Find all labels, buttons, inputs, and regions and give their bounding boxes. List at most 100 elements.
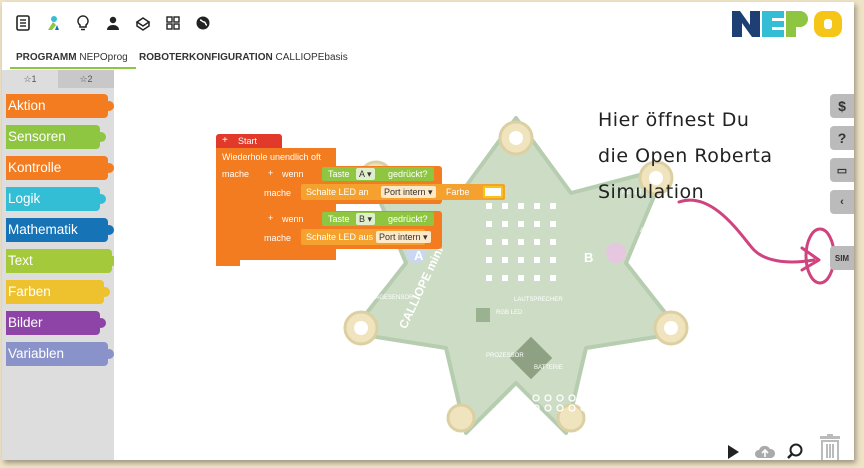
led-on-label: Schalte LED an	[306, 187, 369, 197]
help-button[interactable]: ?	[830, 126, 854, 150]
color-picker[interactable]	[483, 186, 503, 198]
code-view-button[interactable]: $	[830, 94, 854, 118]
trash-button[interactable]	[819, 434, 841, 460]
category-aktion[interactable]: Aktion	[6, 94, 114, 118]
led-on-block[interactable]: Schalte LED an Port intern ▾ Farbe	[301, 184, 505, 200]
tab-robot-label: ROBOTERKONFIGURATION	[139, 52, 273, 63]
tab-program[interactable]: PROGRAMM NEPOprog	[10, 52, 136, 69]
repeat-forever-footer	[216, 260, 240, 266]
led-off-label: Schalte LED aus	[306, 232, 374, 242]
category-label: Farben	[8, 284, 51, 299]
globe-icon[interactable]	[192, 12, 214, 34]
user-icon[interactable]	[102, 12, 124, 34]
category-label: Variablen	[8, 346, 65, 361]
if-a-do-label: mache	[264, 188, 292, 198]
level-1-icon: ☆	[23, 74, 32, 84]
board-button-b: B	[584, 250, 594, 265]
blockly-workspace[interactable]: RESET A1 LAGESENSOR LAUTSPRECHER RGB LED…	[114, 70, 854, 460]
top-toolbar	[2, 2, 854, 46]
annotation-line-1: Hier öffnest Du	[598, 109, 750, 131]
category-connector	[104, 101, 114, 111]
category-logik[interactable]: Logik	[6, 187, 106, 211]
category-label: Sensoren	[8, 129, 66, 144]
sim-button[interactable]: SIM	[830, 246, 854, 270]
zoom-icon	[787, 443, 803, 459]
level-2-tab[interactable]: ☆2	[58, 70, 114, 88]
tab-bar: PROGRAMM NEPOprog ROBOTERKONFIGURATION C…	[2, 46, 854, 71]
category-connector	[104, 349, 114, 359]
if-b-label: wenn	[282, 214, 304, 224]
category-mathematik[interactable]: Mathematik	[6, 218, 114, 242]
tab-robot-configuration[interactable]: ROBOTERKONFIGURATION CALLIOPEbasis	[139, 52, 348, 63]
menu-icon[interactable]	[12, 12, 34, 34]
if-a-label: wenn	[282, 169, 304, 179]
category-label: Mathematik	[8, 222, 78, 237]
pressed-a-label: gedrückt?	[388, 169, 428, 179]
level-1-label: 1	[31, 74, 37, 84]
annotation-line-2: die Open Roberta	[598, 145, 773, 167]
key-a-value: A	[359, 169, 365, 179]
category-sensoren[interactable]: Sensoren	[6, 125, 106, 149]
category-variablen[interactable]: Variablen	[6, 342, 114, 366]
info-button[interactable]: ‹	[830, 190, 854, 214]
start-block[interactable]: + Start	[216, 134, 282, 148]
category-connector	[96, 318, 106, 328]
loop-label: Wiederhole unendlich oft	[222, 152, 322, 162]
button-b-sensor-block[interactable]: Taste B ▾ gedrückt?	[322, 212, 434, 226]
grid-icon[interactable]	[162, 12, 184, 34]
board-button-a: A	[414, 248, 424, 263]
add-icon: +	[222, 135, 228, 146]
trash-icon	[820, 434, 840, 460]
app-window: PROGRAMM NEPOprog ROBOTERKONFIGURATION C…	[2, 2, 854, 460]
loop-do-label: mache	[222, 169, 250, 179]
gallery-icon[interactable]	[132, 12, 154, 34]
play-icon	[728, 445, 739, 459]
category-farben[interactable]: Farben	[6, 280, 110, 304]
category-bilder[interactable]: Bilder	[6, 311, 106, 335]
port-dropdown-2[interactable]: Port intern ▾	[376, 231, 431, 243]
save-cloud-button[interactable]	[754, 444, 776, 460]
lightbulb-icon[interactable]	[72, 12, 94, 34]
category-label: Text	[8, 253, 33, 268]
port-dropdown-1[interactable]: Port intern ▾	[381, 186, 436, 198]
comment-button[interactable]: ▭	[830, 158, 854, 182]
category-connector	[100, 287, 110, 297]
button-a-sensor-block[interactable]: Taste A ▾ gedrückt?	[322, 167, 434, 181]
category-label: Logik	[8, 191, 41, 206]
category-connector	[96, 194, 106, 204]
board-label-rgb-led: RGB LED	[496, 310, 523, 316]
annotation-arrow	[677, 198, 836, 285]
chevron-left-icon: ‹	[840, 196, 844, 208]
sensor-a-label: Taste	[328, 169, 350, 179]
pressed-b-label: gedrückt?	[388, 214, 428, 224]
category-label: Kontrolle	[8, 160, 62, 175]
zoom-button[interactable]	[786, 442, 804, 460]
cloud-upload-icon	[755, 445, 776, 458]
tab-program-name: NEPOprog	[79, 52, 128, 63]
color-label: Farbe	[446, 187, 470, 197]
run-button[interactable]	[726, 444, 740, 460]
key-a-dropdown[interactable]: A ▾	[356, 168, 375, 180]
board-label-lautsprecher: LAUTSPRECHER	[514, 297, 563, 303]
comment-icon: ▭	[836, 164, 848, 177]
category-text[interactable]: Text	[6, 249, 118, 273]
port-2-value: Port intern	[379, 232, 421, 242]
sim-label: SIM	[834, 253, 850, 263]
start-label: Start	[238, 136, 258, 146]
category-kontrolle[interactable]: Kontrolle	[6, 156, 114, 180]
if-b-do-label: mache	[264, 233, 292, 243]
level-1-tab[interactable]: ☆1	[2, 70, 58, 88]
led-off-block[interactable]: Schalte LED aus Port intern ▾	[301, 229, 431, 245]
if-b-add-icon: +	[268, 213, 274, 223]
tab-robot-name: CALLIOPEbasis	[275, 52, 348, 63]
key-b-dropdown[interactable]: B ▾	[356, 213, 376, 225]
level-selector: ☆1 ☆2	[2, 70, 114, 88]
tab-program-label: PROGRAMM	[16, 52, 77, 63]
level-2-label: 2	[87, 74, 93, 84]
category-label: Bilder	[8, 315, 43, 330]
robot-icon[interactable]	[42, 12, 64, 34]
block-toolbox: ☆1 ☆2 Aktion Sensoren Kontrolle Logik Mathem…	[2, 70, 118, 460]
category-connector	[96, 132, 106, 142]
level-2-icon: ☆	[79, 74, 88, 84]
code-icon: $	[838, 98, 846, 114]
